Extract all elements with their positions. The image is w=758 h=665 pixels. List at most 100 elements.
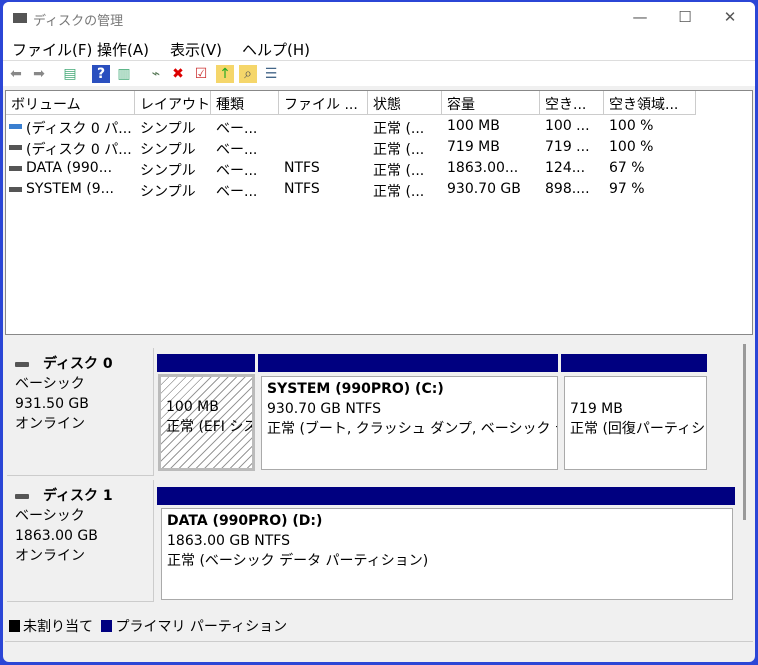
table-cell[interactable]: ベー...	[211, 139, 279, 160]
minimize-button[interactable]: —	[625, 8, 655, 30]
forward-icon[interactable]: ➡	[30, 65, 48, 83]
volume-icon	[9, 124, 22, 129]
cell-text: ベー...	[216, 184, 258, 200]
vertical-scrollbar[interactable]	[743, 344, 746, 520]
properties-icon[interactable]: ☑	[192, 65, 210, 83]
column-header[interactable]: 空き領域...	[604, 91, 696, 115]
disk-name: ディスク 0	[43, 356, 113, 372]
table-cell[interactable]: シンプル	[135, 118, 211, 139]
unallocated-swatch	[9, 620, 20, 632]
cell-text: 719 ...	[545, 139, 590, 155]
table-cell[interactable]: 100 MB	[442, 118, 540, 139]
efi-partition[interactable]: 100 MB 正常 (EFI システム パーティション)	[158, 374, 255, 471]
open-folder-icon[interactable]: ↑	[216, 65, 234, 83]
cell-text: 930.70 GB	[447, 181, 521, 197]
system-partition[interactable]: SYSTEM (990PRO) (C:) 930.70 GB NTFS 正常 (…	[261, 376, 558, 470]
disk-name: ディスク 1	[43, 488, 113, 504]
cell-text: 100 %	[609, 118, 654, 134]
table-cell[interactable]: 100 %	[604, 139, 696, 160]
column-header[interactable]: 種類	[211, 91, 279, 115]
table-cell[interactable]: シンプル	[135, 160, 211, 181]
help-icon[interactable]: ?	[92, 65, 110, 83]
disk-size: 1863.00 GB	[15, 528, 98, 544]
disk-management-icon	[13, 13, 27, 23]
menu-file[interactable]: ファイル(F)	[12, 39, 92, 60]
partition-size: 719 MB	[570, 401, 623, 417]
column-header[interactable]: ファイル ...	[279, 91, 368, 115]
table-cell[interactable]: 正常 (...	[368, 118, 442, 139]
table-cell[interactable]: (ディスク 0 パ...	[6, 118, 135, 139]
cell-text: 124...	[545, 160, 586, 176]
table-cell[interactable]: SYSTEM (9...	[6, 181, 135, 202]
table-cell[interactable]: 1863.00...	[442, 160, 540, 181]
cell-text: NTFS	[284, 160, 320, 176]
disk-0-label[interactable]: ディスク 0 ベーシック 931.50 GB オンライン	[7, 348, 154, 476]
table-cell[interactable]: (ディスク 0 パ...	[6, 139, 135, 160]
partition-status: 正常 (ベーシック データ パーティション)	[167, 553, 429, 569]
cell-text: 正常 (...	[373, 163, 425, 179]
console-tree-icon[interactable]: ▤	[61, 65, 79, 83]
menu-bar: ファイル(F) 操作(A) 表示(V) ヘルプ(H)	[3, 36, 755, 60]
table-cell[interactable]: 898....	[540, 181, 604, 202]
disk-status: オンライン	[15, 416, 85, 432]
cell-text: DATA (990...	[26, 160, 113, 176]
table-cell[interactable]	[279, 118, 368, 139]
settings-list-icon[interactable]: ☰	[262, 65, 280, 83]
data-partition[interactable]: DATA (990PRO) (D:) 1863.00 GB NTFS 正常 (ベ…	[161, 508, 733, 600]
menu-action[interactable]: 操作(A)	[97, 39, 149, 60]
table-cell[interactable]: シンプル	[135, 181, 211, 202]
table-cell[interactable]: DATA (990...	[6, 160, 135, 181]
column-header[interactable]: ボリューム	[6, 91, 135, 115]
recovery-partition[interactable]: 719 MB 正常 (回復パーティション)	[564, 376, 707, 470]
menu-help[interactable]: ヘルプ(H)	[242, 39, 310, 60]
table-cell[interactable]: 67 %	[604, 160, 696, 181]
table-cell[interactable]: NTFS	[279, 160, 368, 181]
disk-1-label[interactable]: ディスク 1 ベーシック 1863.00 GB オンライン	[7, 480, 154, 602]
title-bar: ディスクの管理 — ☐ ✕	[3, 2, 755, 36]
cell-text: SYSTEM (9...	[26, 181, 114, 197]
partition-status: 正常 (回復パーティション)	[570, 421, 706, 437]
cell-text: 1863.00...	[447, 160, 519, 176]
delete-icon[interactable]: ✖	[169, 65, 187, 83]
volume-list: ボリューム レイアウト 種類 ファイル ... 状態 容量 空き... 空き領域... (ディス…	[5, 90, 753, 335]
disk-icon	[15, 493, 29, 499]
cell-text: シンプル	[140, 142, 196, 158]
table-cell[interactable]: 正常 (...	[368, 139, 442, 160]
table-cell[interactable]: ベー...	[211, 118, 279, 139]
table-cell[interactable]: 正常 (...	[368, 160, 442, 181]
table-cell[interactable]: 100 ...	[540, 118, 604, 139]
table-cell[interactable]: 100 %	[604, 118, 696, 139]
table-cell[interactable]: 97 %	[604, 181, 696, 202]
column-header[interactable]: 状態	[368, 91, 442, 115]
legend-label: プライマリ パーティション	[115, 619, 288, 635]
cell-text: (ディスク 0 パ...	[26, 121, 132, 137]
close-button[interactable]: ✕	[715, 8, 745, 30]
legend-label: 未割り当て	[23, 619, 93, 635]
table-cell[interactable]: 719 MB	[442, 139, 540, 160]
volume-icon	[9, 145, 22, 150]
table-cell[interactable]	[279, 139, 368, 160]
table-cell[interactable]: ベー...	[211, 160, 279, 181]
volume-icon	[9, 187, 22, 192]
explore-icon[interactable]: ⌕	[239, 65, 257, 83]
column-header[interactable]: レイアウト	[135, 91, 211, 115]
table-cell[interactable]: 正常 (...	[368, 181, 442, 202]
table-cell[interactable]: 719 ...	[540, 139, 604, 160]
disk-type: ベーシック	[15, 508, 85, 524]
disk-status: オンライン	[15, 548, 85, 564]
menu-view[interactable]: 表示(V)	[170, 39, 222, 60]
maximize-button[interactable]: ☐	[670, 8, 700, 30]
column-header[interactable]: 空き...	[540, 91, 604, 115]
cell-text: シンプル	[140, 184, 196, 200]
table-cell[interactable]: NTFS	[279, 181, 368, 202]
connect-disk-icon[interactable]: ⌁	[147, 65, 165, 83]
disk-icon	[15, 361, 29, 367]
table-cell[interactable]: シンプル	[135, 139, 211, 160]
partition-size: 100 MB	[166, 399, 219, 415]
column-header[interactable]: 容量	[442, 91, 540, 115]
table-cell[interactable]: 930.70 GB	[442, 181, 540, 202]
action-pane-icon[interactable]: ▥	[115, 65, 133, 83]
table-cell[interactable]: 124...	[540, 160, 604, 181]
table-cell[interactable]: ベー...	[211, 181, 279, 202]
back-icon[interactable]: ⬅	[7, 65, 25, 83]
